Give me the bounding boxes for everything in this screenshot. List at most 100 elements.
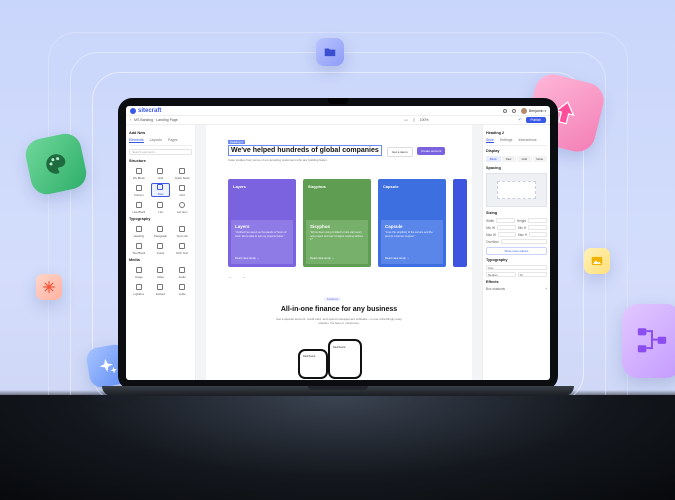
desktop-icon[interactable]: ▭ bbox=[404, 118, 407, 122]
display-block-option[interactable]: Block bbox=[486, 156, 501, 162]
case-card-layers[interactable]: Layers Layers "Untitled has saved us tho… bbox=[228, 179, 296, 267]
element-item[interactable]: Text Link bbox=[172, 224, 192, 238]
lottie-icon bbox=[179, 284, 186, 290]
chevron-down-icon[interactable]: ▾ bbox=[544, 109, 546, 113]
check-circle-icon bbox=[179, 202, 186, 208]
element-item[interactable]: Lottie bbox=[172, 282, 192, 296]
element-item[interactable]: Rich Text bbox=[172, 241, 192, 255]
element-item[interactable]: Embed bbox=[151, 282, 171, 296]
tablet-icon[interactable]: ▯ bbox=[413, 118, 415, 122]
laptop-base bbox=[102, 386, 574, 396]
element-item[interactable]: Grid bbox=[172, 183, 192, 197]
element-item[interactable]: Quick Stack bbox=[172, 166, 192, 180]
display-title: Display bbox=[486, 149, 500, 153]
padding-box[interactable] bbox=[497, 181, 536, 199]
breadcrumb[interactable]: MS Banking · Landing Page bbox=[134, 118, 178, 122]
section-title: All-in-one finance for any business bbox=[280, 306, 398, 313]
font-select[interactable]: Inter bbox=[486, 265, 547, 270]
element-item[interactable]: Div Block bbox=[129, 166, 149, 180]
typography-title: Typography bbox=[486, 258, 508, 262]
tab-settings[interactable]: Settings bbox=[500, 138, 513, 143]
element-item[interactable]: Lightbox bbox=[129, 282, 149, 296]
flow-diagram-icon bbox=[622, 304, 675, 378]
height-input[interactable] bbox=[528, 218, 547, 223]
width-input[interactable] bbox=[496, 218, 515, 223]
display-none-option[interactable]: None bbox=[532, 156, 547, 162]
editor-toolbar: ‹ MS Banking · Landing Page ▭ ▯ 100% ↶ P… bbox=[126, 116, 550, 125]
element-item[interactable]: Audio bbox=[172, 265, 192, 279]
search-icon[interactable] bbox=[502, 108, 507, 113]
phone-header: Dashboard bbox=[300, 351, 326, 362]
min-width-input[interactable] bbox=[497, 225, 516, 230]
element-item-selected[interactable]: Row bbox=[150, 183, 171, 197]
element-item[interactable]: Heading bbox=[129, 224, 149, 238]
weight-select[interactable]: Medium bbox=[486, 272, 516, 277]
tab-pages[interactable]: Pages bbox=[168, 138, 178, 143]
element-item[interactable]: Image bbox=[129, 265, 149, 279]
refresh-icon[interactable] bbox=[511, 108, 516, 113]
zoom-select[interactable]: 100% bbox=[420, 118, 429, 122]
style-panel-tabs: Style Settings Interactions bbox=[486, 138, 547, 146]
quote-icon bbox=[157, 243, 164, 249]
undo-icon[interactable]: ↶ bbox=[519, 118, 522, 122]
card-body: Sisyphus "We've been using Untitled to k… bbox=[306, 220, 368, 264]
read-case-link[interactable]: Read case study → bbox=[310, 256, 334, 260]
size-input[interactable]: 16 bbox=[517, 272, 547, 277]
selected-element-name: Heading 2 bbox=[486, 131, 505, 135]
element-item[interactable]: Paragraph bbox=[151, 224, 171, 238]
tab-layouts[interactable]: Layouts bbox=[150, 138, 162, 143]
stack-icon bbox=[179, 168, 186, 174]
effect-row[interactable]: Box shadows + bbox=[486, 287, 547, 291]
publish-button[interactable]: Publish bbox=[525, 117, 546, 123]
list-icon bbox=[157, 202, 164, 208]
read-case-link[interactable]: Read case study → bbox=[385, 256, 409, 260]
element-item[interactable]: Column bbox=[129, 183, 149, 197]
sizing-title: Sizing bbox=[486, 211, 498, 215]
laptop: sitecraft Benjamin ▾ ‹ MS Banking · Land… bbox=[118, 98, 558, 390]
element-item[interactable]: Quote bbox=[151, 241, 171, 255]
music-icon bbox=[179, 267, 186, 273]
case-card-capsule[interactable]: Capsule Capsule "Love the simplicity of … bbox=[378, 179, 446, 267]
effects-title: Effects bbox=[486, 280, 499, 284]
case-card-partial[interactable] bbox=[453, 179, 467, 267]
element-item[interactable]: Link Block bbox=[129, 200, 149, 214]
max-height-input[interactable] bbox=[529, 232, 548, 237]
create-account-button[interactable]: Create account bbox=[417, 147, 446, 155]
tab-style[interactable]: Style bbox=[486, 138, 494, 143]
cube-icon bbox=[135, 168, 142, 174]
get-demo-button[interactable]: Get a demo bbox=[387, 147, 413, 157]
read-case-link[interactable]: Read case study → bbox=[235, 256, 259, 260]
top-bar: sitecraft Benjamin ▾ bbox=[126, 106, 550, 116]
tab-interactions[interactable]: Interactions bbox=[518, 138, 536, 143]
max-width-input[interactable] bbox=[497, 232, 516, 237]
show-more-options-button[interactable]: Show more options bbox=[486, 247, 547, 255]
element-item[interactable]: Text Block bbox=[129, 241, 149, 255]
display-grid-option[interactable]: Grid bbox=[517, 156, 532, 162]
weight-row: Medium 16 bbox=[486, 272, 547, 277]
media-grid: Image Video Audio Lightbox Embed Lottie bbox=[129, 265, 192, 296]
back-icon[interactable]: ‹ bbox=[130, 118, 131, 122]
case-card-sisyphus[interactable]: Sisyphus Sisyphus "We've been using Unti… bbox=[303, 179, 371, 267]
element-item[interactable]: Video bbox=[151, 265, 171, 279]
element-search-input[interactable]: Search elements... bbox=[129, 149, 192, 155]
avatar[interactable] bbox=[520, 107, 527, 114]
tab-elements[interactable]: Elements bbox=[129, 138, 144, 143]
panel-title: Add New bbox=[129, 131, 146, 135]
underline-icon bbox=[179, 226, 186, 232]
element-item[interactable]: List Item bbox=[172, 200, 192, 214]
spacing-box-model[interactable] bbox=[486, 173, 547, 207]
plus-icon[interactable]: + bbox=[545, 287, 547, 291]
sizing-row: Min W Min H bbox=[486, 225, 548, 230]
app-logo[interactable]: sitecraft bbox=[130, 107, 161, 114]
display-flex-option[interactable]: Flex bbox=[501, 156, 516, 162]
embed-icon bbox=[157, 284, 164, 290]
carousel-next-button[interactable]: → bbox=[242, 274, 246, 279]
selected-heading[interactable]: We've helped hundreds of global companie… bbox=[228, 145, 382, 156]
min-height-input[interactable] bbox=[528, 225, 548, 230]
overflow-select[interactable] bbox=[500, 239, 547, 244]
element-item[interactable]: List bbox=[151, 200, 171, 214]
card-body: Layers "Untitled has saved us thousands … bbox=[231, 220, 293, 264]
carousel-prev-button[interactable]: ← bbox=[228, 274, 232, 279]
element-item[interactable]: Grid bbox=[151, 166, 171, 180]
phone-mockup-left: Dashboard bbox=[298, 349, 328, 379]
